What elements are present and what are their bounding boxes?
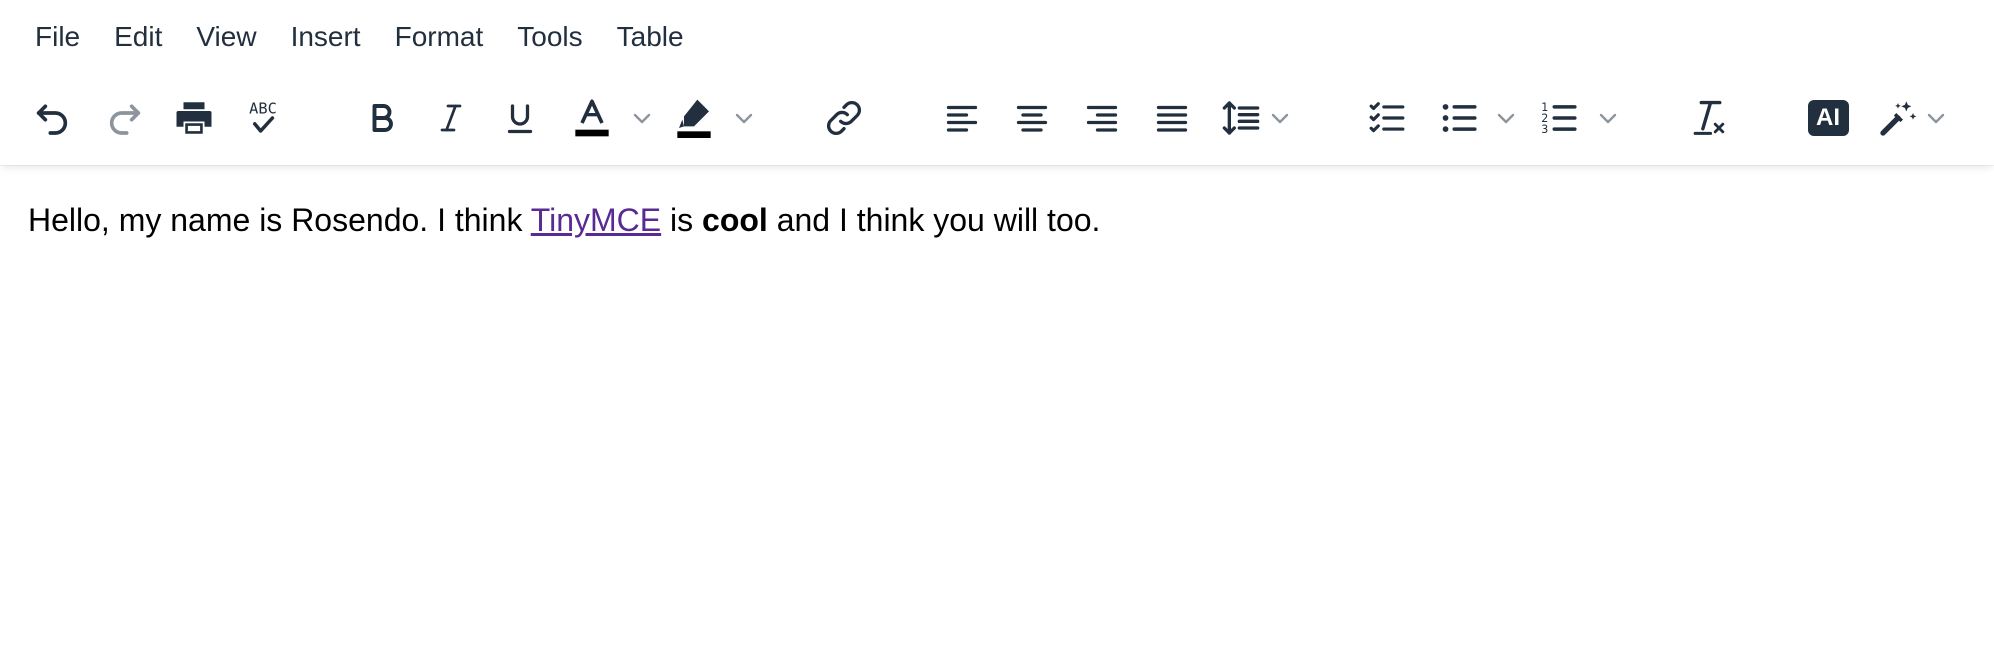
paragraph-text: is — [661, 202, 703, 238]
line-height-dropdown[interactable] — [1266, 86, 1294, 150]
magic-wand-icon — [1880, 101, 1917, 136]
menu-file[interactable]: File — [18, 16, 97, 58]
align-justify-button[interactable] — [1152, 86, 1192, 150]
bold-text: cool — [702, 202, 768, 238]
align-center-button[interactable] — [1012, 86, 1052, 150]
print-icon — [176, 102, 212, 134]
align-left-icon — [946, 105, 978, 132]
svg-text:3: 3 — [1541, 123, 1548, 136]
bullet-list-icon — [1442, 104, 1477, 132]
magic-wand-button[interactable] — [1876, 86, 1920, 150]
text-color-button[interactable] — [570, 86, 614, 150]
italic-icon — [440, 104, 462, 132]
undo-icon — [36, 104, 68, 135]
menu-view[interactable]: View — [179, 16, 273, 58]
menu-format[interactable]: Format — [378, 16, 501, 58]
bullet-list-button[interactable] — [1438, 86, 1480, 150]
menu-edit[interactable]: Edit — [97, 16, 179, 58]
spellcheck-button[interactable]: ABC — [241, 86, 285, 150]
checklist-button[interactable] — [1366, 86, 1408, 150]
remove-format-icon — [1693, 100, 1725, 135]
svg-text:ABC: ABC — [249, 99, 277, 117]
menu-table[interactable]: Table — [600, 16, 701, 58]
paragraph-text: Hello, my name is Rosendo. I think — [28, 202, 531, 238]
numbered-list-icon: 123 — [1541, 101, 1577, 136]
text-color-icon — [575, 99, 609, 137]
highlight-button[interactable] — [672, 86, 716, 150]
bullet-list-dropdown[interactable] — [1492, 86, 1520, 150]
align-justify-icon — [1156, 105, 1188, 132]
editor-content[interactable]: Hello, my name is Rosendo. I think TinyM… — [28, 196, 1974, 244]
print-button[interactable] — [172, 86, 216, 150]
chevron-down-icon — [633, 113, 651, 124]
menu-tools[interactable]: Tools — [500, 16, 599, 58]
chevron-down-icon — [1927, 113, 1945, 124]
align-left-button[interactable] — [942, 86, 982, 150]
highlight-dropdown[interactable] — [730, 86, 758, 150]
underline-icon — [507, 104, 533, 134]
link-icon — [826, 100, 862, 136]
tinymce-link[interactable]: TinyMCE — [531, 202, 661, 238]
align-right-button[interactable] — [1082, 86, 1122, 150]
spellcheck-icon: ABC — [249, 99, 277, 133]
italic-button[interactable] — [431, 86, 471, 150]
paragraph-text: and I think you will too. — [767, 202, 1101, 238]
highlight-icon — [677, 99, 711, 138]
undo-button[interactable] — [30, 86, 74, 150]
toolbar: ABC 1 2 3 AI — [0, 86, 1994, 150]
align-center-icon — [1016, 105, 1048, 132]
text-color-dropdown[interactable] — [628, 86, 656, 150]
ai-assistant-icon: AI — [1807, 100, 1849, 136]
line-height-icon — [1222, 101, 1260, 135]
menubar: File Edit View Insert Format Tools Table — [18, 16, 701, 58]
bold-button[interactable] — [362, 86, 402, 150]
numbered-list-dropdown[interactable] — [1594, 86, 1622, 150]
menu-insert[interactable]: Insert — [274, 16, 378, 58]
redo-button[interactable] — [103, 86, 147, 150]
redo-icon — [109, 104, 141, 135]
numbered-list-button[interactable]: 123 — [1538, 86, 1580, 150]
magic-wand-dropdown[interactable] — [1922, 86, 1950, 150]
bold-icon — [372, 104, 393, 132]
checklist-icon — [1369, 102, 1405, 133]
chevron-down-icon — [1497, 113, 1515, 124]
editor-header: File Edit View Insert Format Tools Table… — [0, 0, 1994, 165]
chevron-down-icon — [1599, 113, 1617, 124]
align-right-icon — [1086, 105, 1118, 132]
link-button[interactable] — [822, 86, 866, 150]
remove-format-button[interactable] — [1688, 86, 1730, 150]
line-height-button[interactable] — [1220, 86, 1262, 150]
ai-assistant-button[interactable]: AI — [1806, 86, 1850, 150]
underline-button[interactable] — [500, 86, 540, 150]
chevron-down-icon — [1271, 113, 1289, 124]
chevron-down-icon — [735, 113, 753, 124]
